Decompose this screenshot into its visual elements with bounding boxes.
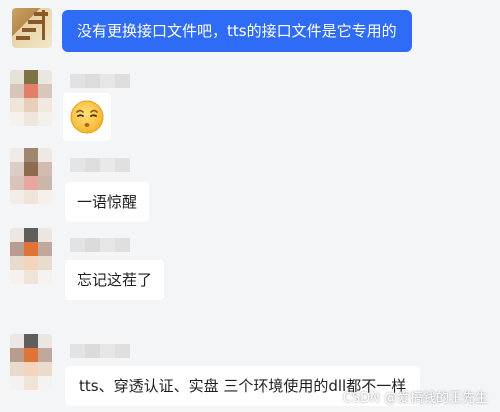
contact-avatar[interactable]: [10, 70, 52, 126]
emoji-message-bubble[interactable]: [63, 93, 111, 141]
contact-avatar[interactable]: [10, 228, 52, 284]
message-bubble-self[interactable]: 没有更换接口文件吧，tts的接口文件是它专用的: [62, 10, 412, 52]
contact-name-placeholder: [70, 158, 130, 172]
contact-name-placeholder: [70, 238, 130, 252]
thinking-face-emoji: [70, 100, 104, 134]
contact-name-placeholder: [70, 344, 130, 358]
contact-avatar[interactable]: [10, 148, 52, 204]
contact-avatar[interactable]: [10, 334, 52, 390]
message-bubble[interactable]: 一语惊醒: [65, 182, 150, 222]
contact-name-placeholder: [70, 74, 130, 88]
message-bubble[interactable]: 忘记这茬了: [65, 260, 165, 300]
watermark: CSDN @爱搞钱的王先生: [342, 391, 488, 406]
self-avatar[interactable]: [12, 8, 52, 48]
